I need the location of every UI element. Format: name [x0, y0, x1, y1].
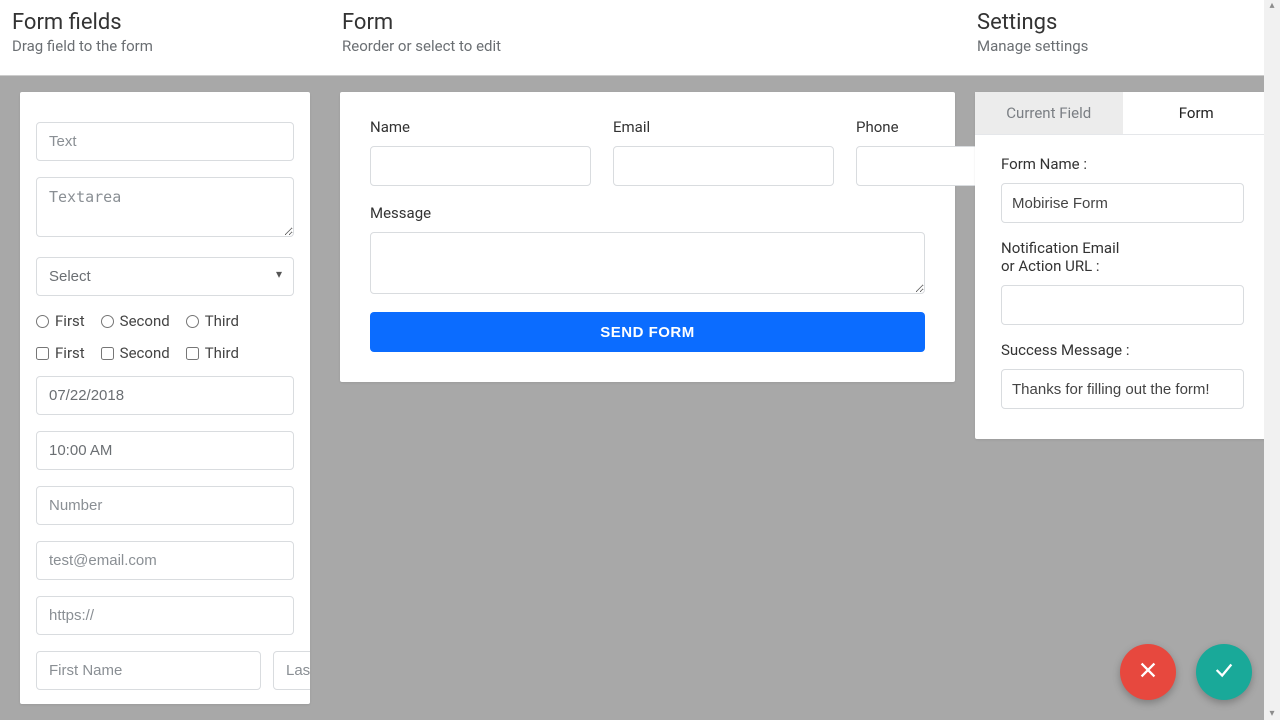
notify-setting-label: Notification Email or Action URL :: [1001, 239, 1244, 275]
vertical-scrollbar[interactable]: ▴ ▾: [1264, 0, 1280, 720]
header-fields-col: Form fields Drag field to the form: [0, 0, 330, 75]
send-form-button[interactable]: SEND FORM: [370, 312, 925, 352]
notify-setting-input[interactable]: [1001, 285, 1244, 325]
form-message-input[interactable]: [370, 232, 925, 294]
form-message-group[interactable]: Message: [370, 204, 925, 294]
workspace: Select First Second Third First Second T…: [0, 76, 1280, 720]
check-icon: [1213, 659, 1235, 685]
palette-number-field[interactable]: [36, 486, 294, 525]
palette-text-field[interactable]: [36, 122, 294, 161]
settings-tabs: Current Field Form: [975, 92, 1270, 135]
header-form-subtitle: Reorder or select to edit: [342, 37, 953, 55]
palette-name-row[interactable]: [36, 651, 294, 690]
palette-date-field[interactable]: [36, 376, 294, 415]
palette-checkbox-second[interactable]: Second: [101, 344, 170, 362]
palette-email-field[interactable]: [36, 541, 294, 580]
form-name-label: Name: [370, 118, 591, 136]
palette-radio-row[interactable]: First Second Third: [36, 312, 294, 330]
palette-radio-first[interactable]: First: [36, 312, 85, 330]
header-form-col: Form Reorder or select to edit: [330, 0, 965, 75]
header-settings-subtitle: Manage settings: [977, 37, 1268, 55]
form-name-input[interactable]: [370, 146, 591, 186]
header-fields-title: Form fields: [12, 10, 318, 35]
close-icon: [1137, 659, 1159, 685]
form-name-group[interactable]: Name: [370, 118, 591, 186]
palette-time-field[interactable]: [36, 431, 294, 470]
palette-radio-third[interactable]: Third: [186, 312, 239, 330]
settings-panel: Current Field Form Form Name : Notificat…: [975, 92, 1270, 439]
palette-last-name-field[interactable]: [273, 651, 310, 690]
form-email-group[interactable]: Email: [613, 118, 834, 186]
form-email-input[interactable]: [613, 146, 834, 186]
settings-column: Current Field Form Form Name : Notificat…: [965, 76, 1280, 720]
form-name-setting-input[interactable]: [1001, 183, 1244, 223]
success-setting-label: Success Message :: [1001, 341, 1244, 359]
confirm-button[interactable]: [1196, 644, 1252, 700]
header-form-title: Form: [342, 10, 953, 35]
header-bar: Form fields Drag field to the form Form …: [0, 0, 1280, 76]
palette-radio-second[interactable]: Second: [101, 312, 170, 330]
palette-select-field[interactable]: Select: [36, 257, 294, 296]
palette-checkbox-first[interactable]: First: [36, 344, 85, 362]
cancel-button[interactable]: [1120, 644, 1176, 700]
palette-url-field[interactable]: [36, 596, 294, 635]
header-fields-subtitle: Drag field to the form: [12, 37, 318, 55]
tab-current-field[interactable]: Current Field: [975, 92, 1123, 134]
fields-column: Select First Second Third First Second T…: [0, 76, 330, 720]
tab-form[interactable]: Form: [1123, 92, 1271, 134]
form-name-setting-label: Form Name :: [1001, 155, 1244, 173]
scroll-up-icon[interactable]: ▴: [1267, 2, 1277, 10]
header-settings-title: Settings: [977, 10, 1268, 35]
palette-checkbox-third[interactable]: Third: [186, 344, 239, 362]
header-settings-col: Settings Manage settings: [965, 0, 1280, 75]
form-message-label: Message: [370, 204, 925, 222]
palette-first-name-field[interactable]: [36, 651, 261, 690]
form-column: Name Email Phone Message SEND FORM: [330, 76, 965, 720]
palette-textarea-field[interactable]: [36, 177, 294, 237]
palette-checkbox-row[interactable]: First Second Third: [36, 344, 294, 362]
success-setting-input[interactable]: [1001, 369, 1244, 409]
scroll-down-icon[interactable]: ▾: [1267, 710, 1277, 718]
fields-panel: Select First Second Third First Second T…: [20, 92, 310, 704]
form-email-label: Email: [613, 118, 834, 136]
form-panel[interactable]: Name Email Phone Message SEND FORM: [340, 92, 955, 382]
